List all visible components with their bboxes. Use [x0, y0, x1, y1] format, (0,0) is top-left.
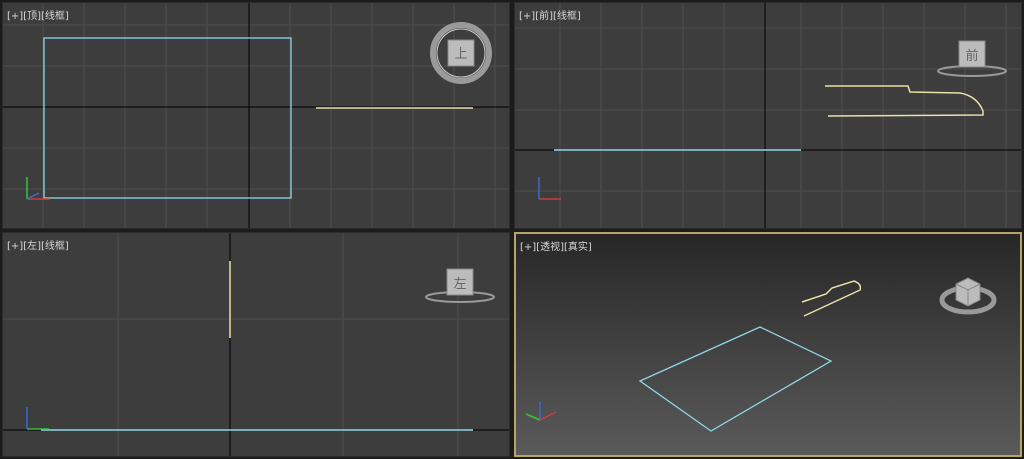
- viewport-front[interactable]: [+][前][线框] 前: [514, 2, 1022, 229]
- viewcube: 前: [937, 40, 1007, 77]
- viewport-menu-button[interactable]: [+]: [520, 242, 536, 253]
- view-type-button[interactable]: [左]: [23, 241, 41, 252]
- grid: [515, 3, 1021, 228]
- viewport-canvas: [525, 277, 997, 432]
- viewport-layout: [+][顶][线框] 上 [+][前][线框] 前 [+][左][线框] 左 […: [0, 0, 1024, 459]
- axis-tripod: [26, 177, 49, 200]
- viewport-perspective[interactable]: [+][透视][真实]: [514, 232, 1022, 457]
- spline-object: [825, 85, 984, 117]
- viewport-menu-button[interactable]: [+]: [7, 11, 23, 22]
- viewport-label-perspective: [+][透视][真实]: [520, 238, 592, 253]
- spline-object: [801, 280, 862, 317]
- grid: [3, 233, 509, 456]
- viewcube-face-label: 上: [454, 47, 467, 62]
- viewport-label-front: [+][前][线框]: [519, 7, 581, 22]
- viewport-label-left: [+][左][线框]: [7, 237, 69, 252]
- axis-tripod: [26, 407, 49, 430]
- view-type-button[interactable]: [前]: [535, 11, 553, 22]
- viewport-menu-button[interactable]: [+]: [519, 11, 535, 22]
- viewport-top[interactable]: [+][顶][线框] 上: [2, 2, 510, 229]
- plane-object: [638, 326, 833, 432]
- shading-mode-button[interactable]: [线框]: [41, 11, 69, 22]
- viewcube-face-label: 前: [965, 48, 978, 64]
- view-type-button[interactable]: [顶]: [23, 11, 41, 22]
- viewport-label-top: [+][顶][线框]: [7, 7, 69, 22]
- grid: [3, 3, 509, 228]
- viewcube: [939, 277, 997, 315]
- viewport-canvas: 上: [3, 3, 509, 228]
- viewport-left[interactable]: [+][左][线框] 左: [2, 232, 510, 457]
- viewport-canvas: 前: [515, 3, 1021, 228]
- viewport-canvas: 左: [3, 233, 509, 456]
- world-axis-lines: [515, 3, 1021, 228]
- shading-mode-button[interactable]: [线框]: [553, 11, 581, 22]
- world-axis-lines: [3, 233, 509, 456]
- viewcube: 左: [425, 268, 495, 303]
- axis-tripod: [525, 402, 557, 421]
- world-axis-lines: [3, 3, 509, 228]
- plane-object: [43, 37, 292, 199]
- shading-mode-button[interactable]: [线框]: [41, 241, 69, 252]
- axis-tripod: [538, 177, 561, 200]
- viewport-menu-button[interactable]: [+]: [7, 241, 23, 252]
- shading-mode-button[interactable]: [真实]: [564, 242, 592, 253]
- view-type-button[interactable]: [透视]: [536, 242, 564, 253]
- viewcube: 上: [430, 22, 492, 84]
- viewcube-face-label: 左: [453, 277, 466, 292]
